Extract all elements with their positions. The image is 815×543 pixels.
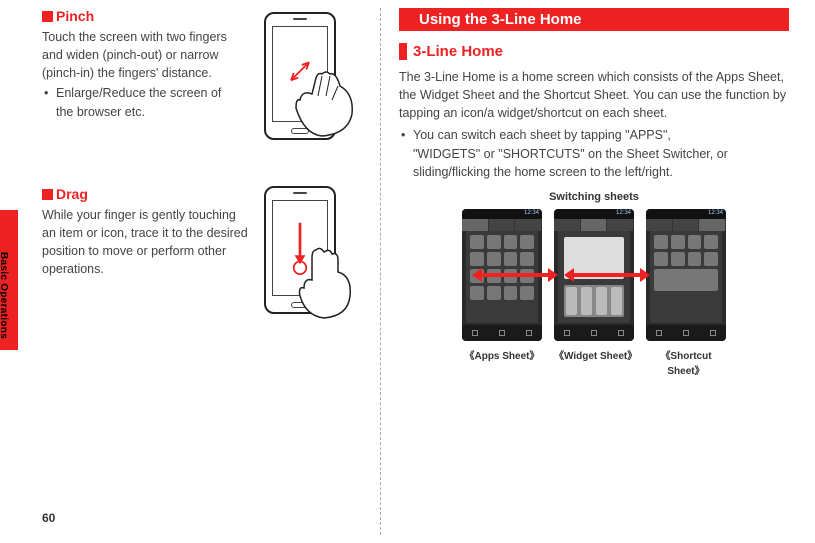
- sheet-switcher: [462, 219, 542, 231]
- double-arrow-icon: [564, 271, 650, 279]
- pinch-illustration: [252, 8, 352, 148]
- widget-sheet-label: 《Widget Sheet》: [554, 347, 634, 377]
- bar-heading: Using the 3-Line Home: [399, 8, 789, 31]
- pinch-title-text: Pinch: [56, 8, 94, 24]
- shortcut-sheet-phone: 12:34: [646, 209, 726, 341]
- drag-illustration: [252, 182, 352, 322]
- square-icon: [42, 189, 53, 200]
- sheet-switcher: [646, 219, 726, 231]
- nav-bar: [462, 325, 542, 341]
- page-number: 60: [42, 511, 55, 525]
- phone-speaker: [293, 192, 307, 194]
- status-bar: 12:34: [462, 209, 542, 219]
- threeline-bullets: You can switch each sheet by tapping "AP…: [399, 126, 789, 180]
- sheet-labels: 《Apps Sheet》 《Widget Sheet》 《Shortcut Sh…: [399, 347, 789, 377]
- threeline-bullet: You can switch each sheet by tapping "AP…: [399, 126, 739, 180]
- left-column: Pinch Touch the screen with two fingers …: [0, 8, 380, 535]
- pinch-section: Pinch Touch the screen with two fingers …: [42, 8, 362, 158]
- hand-icon: [286, 244, 362, 328]
- pinch-body: Touch the screen with two fingers and wi…: [42, 28, 247, 82]
- nav-bar: [646, 325, 726, 341]
- shortcut-grid: [650, 231, 722, 323]
- apps-sheet-label: 《Apps Sheet》: [462, 347, 542, 377]
- drag-body: While your finger is gently touching an …: [42, 206, 252, 279]
- square-icon: [42, 11, 53, 22]
- switching-caption: Switching sheets: [399, 191, 789, 203]
- sheet-switcher: [554, 219, 634, 231]
- phone-speaker: [293, 18, 307, 20]
- pinch-bullet: Enlarge/Reduce the screen of the browser…: [42, 84, 242, 120]
- status-bar: 12:34: [554, 209, 634, 219]
- right-column: Using the 3-Line Home 3-Line Home The 3-…: [380, 8, 795, 535]
- status-bar: 12:34: [646, 209, 726, 219]
- drag-title-text: Drag: [56, 186, 88, 202]
- shortcut-sheet-label: 《Shortcut Sheet》: [646, 347, 726, 377]
- sheets-row: 12:34 12:34: [399, 209, 789, 341]
- hand-icon: [282, 64, 362, 154]
- nav-bar: [554, 325, 634, 341]
- page: Pinch Touch the screen with two fingers …: [0, 0, 815, 543]
- sub-heading: 3-Line Home: [399, 43, 789, 60]
- double-arrow-icon: [472, 271, 558, 279]
- threeline-body: The 3-Line Home is a home screen which c…: [399, 68, 789, 122]
- drag-section: Drag While your finger is gently touchin…: [42, 186, 362, 346]
